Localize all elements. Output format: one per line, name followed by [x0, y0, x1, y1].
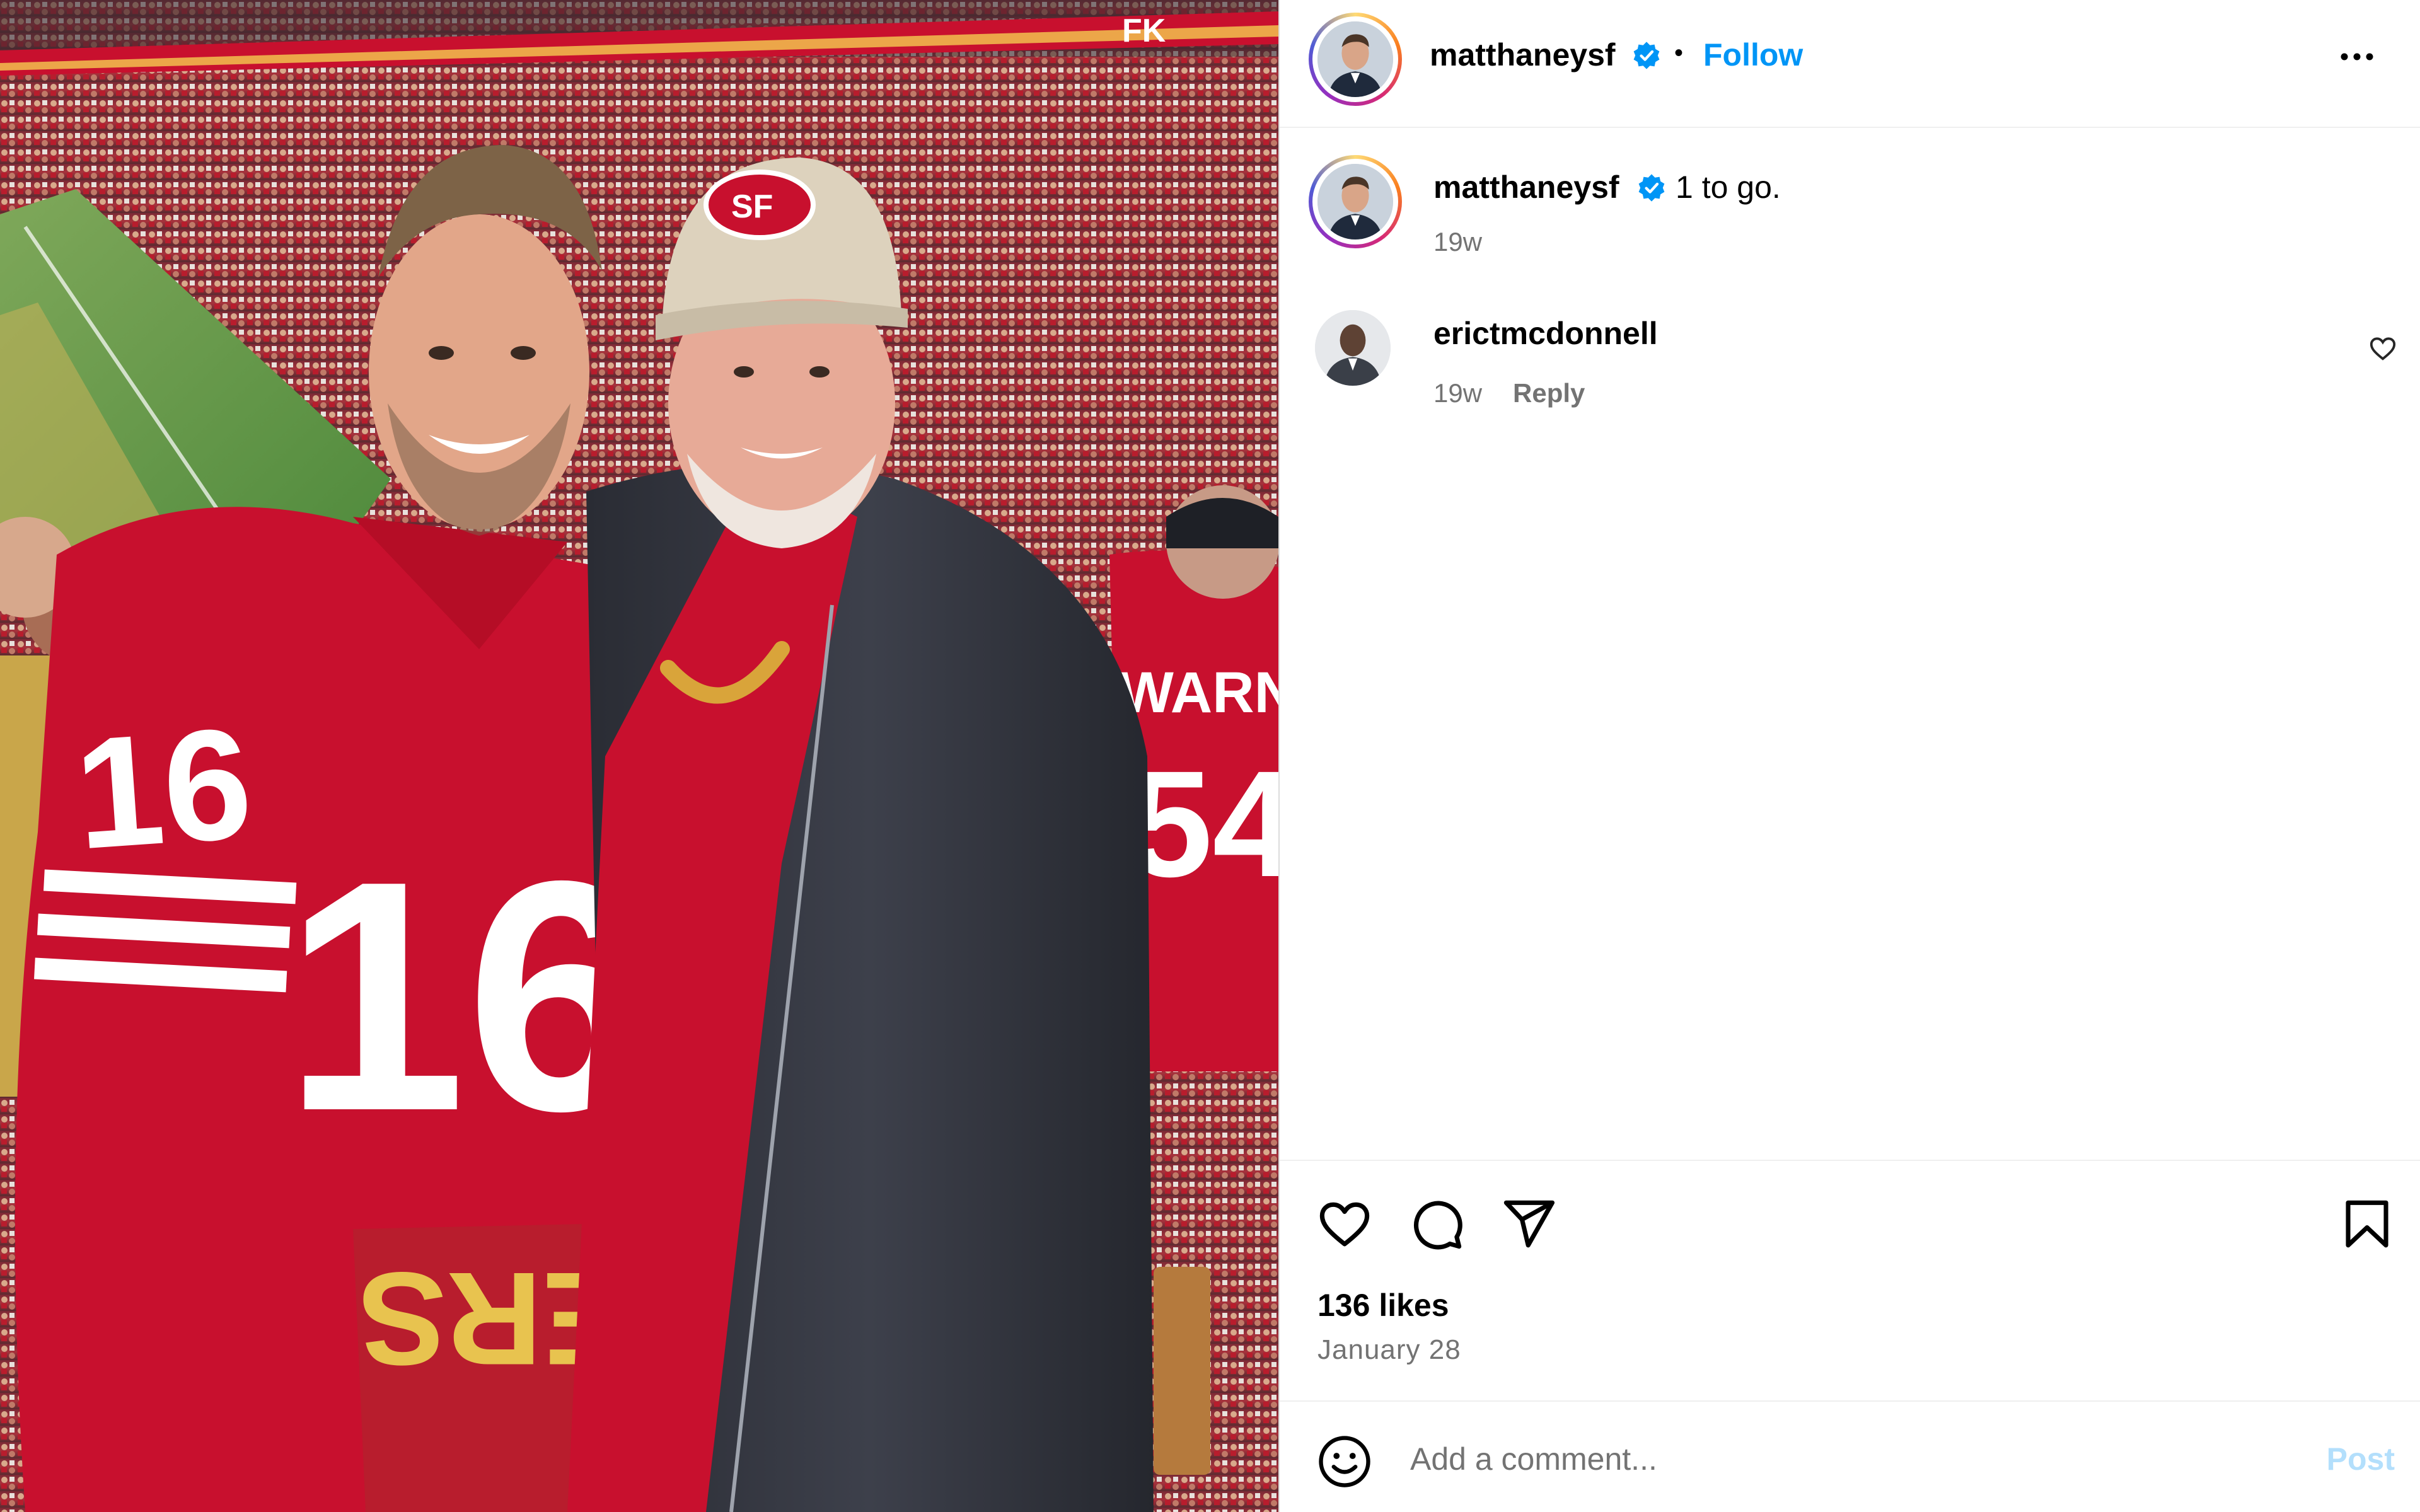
warner-number: 54 — [1128, 739, 1278, 908]
author-username[interactable]: matthaneysf — [1430, 37, 1616, 73]
banner-text: FK — [1122, 13, 1166, 49]
post-photo-illustration: FK WARNER 54 16 16 — [0, 0, 1278, 1512]
follow-button[interactable]: Follow — [1703, 37, 1803, 73]
post-header: matthaneysf • Follow — [1280, 0, 2420, 128]
caption-text: 1 to go. — [1676, 170, 1781, 205]
cap-logo: SF — [731, 188, 773, 225]
header-separator: • — [1674, 39, 1684, 67]
caption-username[interactable]: matthaneysf — [1433, 169, 1619, 205]
avatar-person-icon — [1317, 21, 1393, 97]
comment-icon[interactable] — [1408, 1196, 1465, 1252]
more-options-icon[interactable] — [2338, 44, 2376, 69]
heart-icon[interactable] — [1316, 1196, 1373, 1252]
likes-count[interactable]: 136 likes — [1317, 1287, 1449, 1324]
sleeve-number: 16 — [70, 695, 257, 882]
comment-bar: Post — [1280, 1400, 2420, 1512]
caption-age[interactable]: 19w — [1433, 227, 1482, 257]
caption-avatar[interactable] — [1309, 155, 1402, 248]
comment-age[interactable]: 19w — [1433, 378, 1482, 408]
verified-badge-icon — [1633, 42, 1660, 69]
bookmark-icon[interactable] — [2339, 1196, 2395, 1252]
verified-badge-icon — [1638, 174, 1665, 202]
reply-button[interactable]: Reply — [1513, 378, 1585, 408]
instagram-post-modal: FK WARNER 54 16 16 — [0, 0, 2420, 1512]
post-comment-button[interactable]: Post — [2327, 1441, 2395, 1477]
post-photo[interactable]: FK WARNER 54 16 16 — [0, 0, 1278, 1512]
avatar-person-icon — [1317, 164, 1393, 239]
warner-name: WARNER — [1119, 661, 1278, 725]
send-icon[interactable] — [1500, 1196, 1557, 1252]
avatar-person-icon — [1315, 310, 1391, 386]
commenter-avatar[interactable] — [1315, 310, 1391, 386]
post-date[interactable]: January 28 — [1317, 1334, 1461, 1366]
emoji-smile-icon[interactable] — [1316, 1433, 1373, 1490]
author-avatar[interactable] — [1309, 13, 1402, 106]
post-side-panel: matthaneysf • Follow matthaneysf 1 to go… — [1278, 0, 2420, 1512]
heart-outline-icon[interactable] — [2368, 334, 2397, 363]
comment-input[interactable] — [1409, 1433, 2231, 1485]
post-actions: 136 likes January 28 — [1280, 1160, 2420, 1401]
commenter-username[interactable]: erictmcdonnell — [1433, 315, 1658, 352]
